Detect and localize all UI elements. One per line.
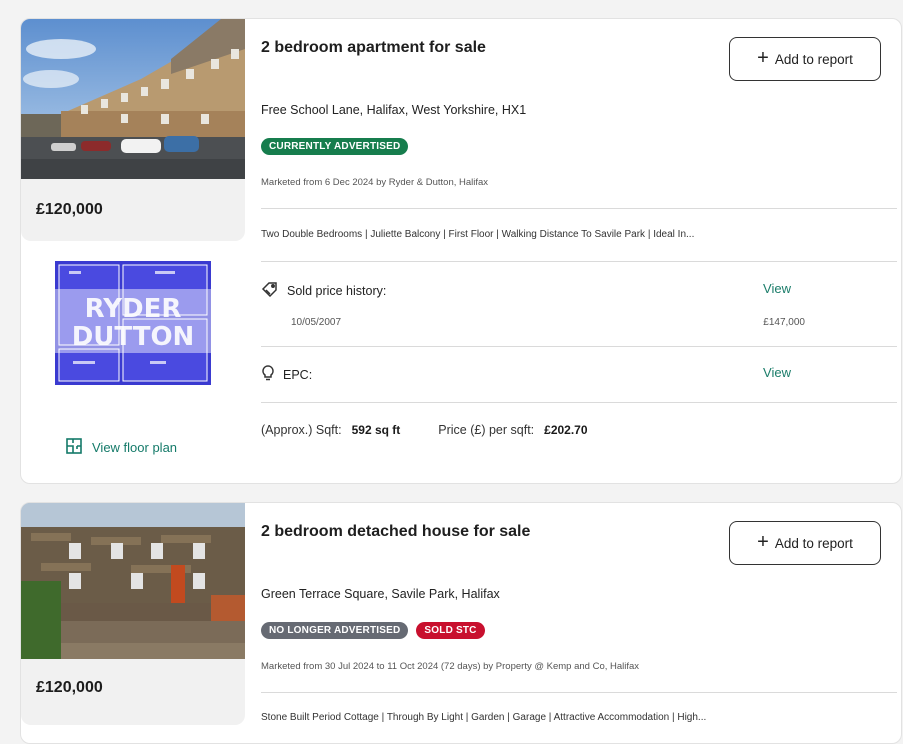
divider — [261, 346, 897, 347]
listing-price: £120,000 — [36, 679, 103, 696]
listing-address: Free School Lane, Halifax, West Yorkshir… — [261, 103, 527, 117]
view-floor-plan-label: View floor plan — [92, 440, 178, 455]
divider — [261, 402, 897, 403]
listing-price: £120,000 — [36, 201, 103, 218]
listing-photo[interactable] — [21, 503, 245, 659]
add-to-report-button[interactable]: + Add to report — [729, 521, 881, 565]
divider — [261, 261, 897, 262]
lightbulb-icon — [261, 365, 275, 384]
view-floor-plan-link[interactable]: View floor plan — [65, 437, 177, 458]
status-badge: CURRENTLY ADVERTISED — [261, 138, 409, 155]
listing-features: Stone Built Period Cottage | Through By … — [261, 712, 707, 723]
floor-plan-thumbnail[interactable]: RYDER DUTTON — [55, 261, 211, 385]
epc-label: EPC: — [261, 365, 312, 384]
sold-price: £147,000 — [763, 317, 805, 328]
sold-date: 10/05/2007 — [291, 317, 342, 328]
status-badge: NO LONGER ADVERTISED — [261, 622, 409, 639]
tag-icon — [261, 281, 279, 300]
price-panel: £120,000 — [21, 659, 245, 725]
listing-features: Two Double Bedrooms | Juliette Balcony |… — [261, 229, 695, 240]
plus-icon: + — [757, 47, 769, 69]
add-to-report-label: Add to report — [774, 51, 853, 67]
listing-media: £120,000 RYDER DUTTON View floor plan — [21, 19, 245, 483]
plus-icon: + — [757, 531, 769, 553]
price-panel: £120,000 — [21, 179, 245, 241]
sqft-label: (Approx.) Sqft: — [261, 423, 342, 437]
add-to-report-label: Add to report — [774, 535, 853, 551]
floor-plan-watermark-bottom: DUTTON — [72, 322, 195, 352]
epc-text: EPC: — [283, 367, 313, 382]
sold-price-history-text: Sold price history: — [287, 283, 387, 298]
listing-photo[interactable] — [21, 19, 245, 179]
marketed-info: Marketed from 30 Jul 2024 to 11 Oct 2024… — [261, 661, 640, 672]
sqft-value: 592 sq ft — [351, 423, 401, 437]
listing-card: £120,000 RYDER DUTTON View floor plan 2 … — [20, 18, 902, 484]
ppsf-value: £202.70 — [544, 423, 588, 437]
divider — [261, 208, 897, 209]
ppsf-label: Price (£) per sqft: — [438, 423, 535, 437]
listing-title: 2 bedroom detached house for sale — [261, 523, 531, 540]
listing-title: 2 bedroom apartment for sale — [261, 39, 486, 56]
floor-plan-watermark-top: RYDER — [85, 294, 182, 324]
listing-details: 2 bedroom apartment for sale + Add to re… — [245, 19, 901, 483]
marketed-info: Marketed from 6 Dec 2024 by Ryder & Dutt… — [261, 177, 489, 188]
add-to-report-button[interactable]: + Add to report — [729, 37, 881, 81]
status-badge: SOLD STC — [416, 622, 485, 639]
listing-address: Green Terrace Square, Savile Park, Halif… — [261, 587, 500, 601]
divider — [261, 692, 897, 693]
sold-price-history-label: Sold price history: — [261, 281, 386, 300]
listing-details: 2 bedroom detached house for sale + Add … — [245, 503, 901, 743]
sqft-row: (Approx.) Sqft: 592 sq ft Price (£) per … — [261, 423, 588, 437]
status-badges: NO LONGER ADVERTISED SOLD STC — [261, 622, 485, 639]
listing-media: £120,000 — [21, 503, 245, 743]
sold-price-history-view-link[interactable]: View — [763, 281, 791, 296]
floor-plan-icon — [65, 437, 83, 458]
epc-view-link[interactable]: View — [763, 365, 791, 380]
status-badges: CURRENTLY ADVERTISED — [261, 138, 409, 155]
listing-card: £120,000 2 bedroom detached house for sa… — [20, 502, 902, 744]
